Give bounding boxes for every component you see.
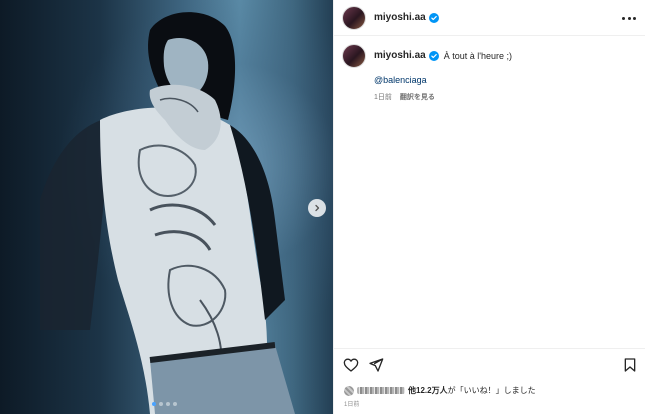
heart-icon[interactable] — [343, 357, 359, 373]
chevron-right-icon — [315, 204, 320, 212]
verified-badge-icon — [428, 12, 439, 23]
liker-avatar — [344, 385, 354, 396]
caption-author-username[interactable]: miyoshi.aa — [374, 50, 426, 61]
caption-body: miyoshi.aa À tout à l'heure ;) @balencia… — [374, 44, 512, 102]
carousel-next-button[interactable] — [308, 199, 326, 217]
post-photo — [40, 12, 295, 414]
carousel-dot — [173, 402, 177, 406]
caption-meta: 1日前 翻訳を見る — [374, 92, 512, 102]
caption-line: miyoshi.aa À tout à l'heure ;) — [374, 50, 512, 61]
author-username[interactable]: miyoshi.aa — [374, 12, 426, 23]
post-media[interactable] — [0, 0, 333, 414]
liker-name-blurred — [357, 387, 405, 394]
caption-author-avatar[interactable] — [342, 44, 366, 68]
author-avatar[interactable] — [342, 5, 366, 30]
likes-count[interactable]: 他12.2万人 — [408, 385, 448, 396]
caption-text: À tout à l'heure ;) — [443, 50, 512, 61]
more-options-icon[interactable] — [622, 12, 636, 24]
post-timestamp[interactable]: 1日前 — [344, 399, 359, 408]
likes-summary[interactable]: 他12.2万人 が 「いいね！」しました — [344, 385, 536, 396]
carousel-dot — [166, 402, 170, 406]
comment-age: 1日前 — [374, 94, 392, 101]
post-sidebar: miyoshi.aa miyoshi.aa À tout à l'heure ;… — [333, 0, 645, 414]
carousel-indicator — [152, 402, 177, 406]
verified-badge-icon — [428, 50, 439, 61]
bookmark-icon[interactable] — [622, 357, 638, 373]
carousel-dot — [159, 402, 163, 406]
carousel-dot-active — [152, 402, 156, 406]
post-header: miyoshi.aa — [334, 0, 645, 36]
translate-link[interactable]: 翻訳を見る — [400, 92, 435, 102]
post-actions: 他12.2万人 が 「いいね！」しました 1日前 — [334, 348, 645, 414]
caption-comment: miyoshi.aa À tout à l'heure ;) @balencia… — [342, 44, 638, 102]
likes-suffix: 「いいね！」しました — [455, 386, 536, 395]
paper-plane-icon[interactable] — [368, 357, 384, 373]
likes-particle: が — [447, 386, 456, 395]
mention-link[interactable]: @balenciaga — [374, 75, 512, 85]
